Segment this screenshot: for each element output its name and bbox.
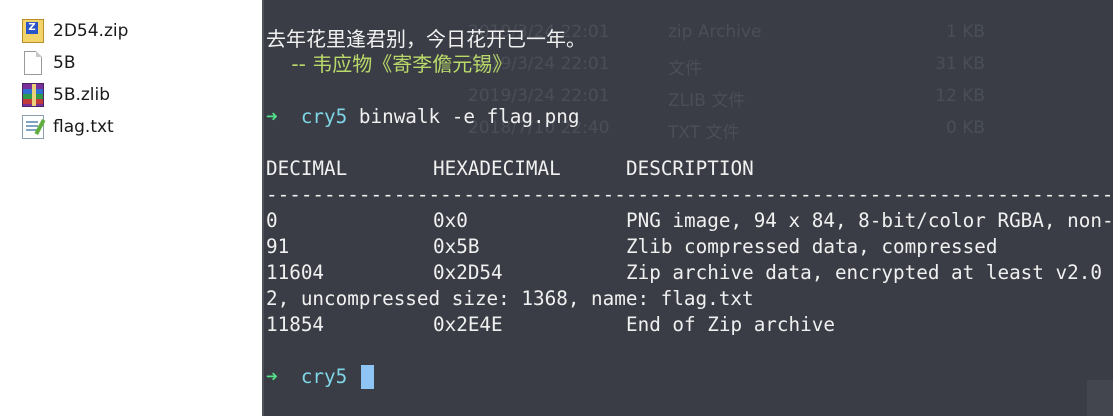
- row-hex: 0x0: [433, 209, 468, 232]
- motd-poem-attribution: -- 韦应物《寄李儋元锡》: [266, 52, 513, 76]
- prompt-arrow-icon: ➜: [266, 105, 278, 128]
- motd-poem-line: 去年花里逢君别，今日花开已一年。: [266, 27, 586, 51]
- row-decimal: 91: [266, 235, 290, 258]
- row-description: PNG image, 94 x 84, 8-bit/color RGBA, no…: [626, 209, 1113, 232]
- terminal-window[interactable]: 2019/3/24 22:01 zip Archive 1 KB 2019/3/…: [262, 0, 1113, 416]
- file-name: 5B.zlib: [53, 85, 111, 105]
- row-hex: 0x2D54: [433, 261, 503, 284]
- scrollbar-corner[interactable]: [1087, 380, 1113, 416]
- winrar-archive-icon: [22, 83, 44, 107]
- file-name: flag.txt: [53, 117, 114, 137]
- row-decimal: 11604: [266, 261, 325, 284]
- zip-archive-icon: [22, 19, 44, 43]
- ghost-size: 31 KB: [935, 54, 985, 74]
- ghost-size: 0 KB: [945, 118, 985, 138]
- command-line: ➜ cry5 binwalk -e flag.png: [266, 104, 579, 130]
- header-decimal: DECIMAL: [266, 157, 348, 180]
- command-text: binwalk -e flag.png: [358, 105, 580, 128]
- row-decimal: 0: [266, 209, 278, 232]
- prompt-arrow-icon: ➜: [266, 365, 278, 388]
- ghost-type: 文件: [668, 59, 702, 79]
- file-item-flag-txt[interactable]: flag.txt: [22, 113, 114, 141]
- file-name: 5B: [53, 53, 76, 73]
- terminal-cursor[interactable]: [361, 365, 374, 389]
- text-file-icon: [22, 115, 44, 139]
- header-description: DESCRIPTION: [626, 157, 754, 180]
- ghost-type: TXT 文件: [668, 123, 740, 143]
- file-item-5b-zlib[interactable]: 5B.zlib: [22, 81, 110, 109]
- file-explorer-pane: 2D54.zip 5B 5B.zlib flag.txt: [0, 0, 262, 416]
- header-hexadecimal: HEXADECIMAL: [433, 157, 561, 180]
- ghost-date: 2019/3/24 22:01: [468, 86, 610, 106]
- table-separator: ----------------------------------------…: [266, 183, 1113, 206]
- prompt-directory: cry5: [300, 105, 348, 128]
- table-row: 91 0x5B Zlib compressed data, compressed: [266, 234, 1113, 260]
- ghost-type: ZLIB 文件: [668, 91, 746, 111]
- table-row: 11604 0x2D54 Zip archive data, encrypted…: [266, 260, 1113, 286]
- ghost-size: 1 KB: [945, 22, 985, 42]
- row-description: Zip archive data, encrypted at least v2.…: [626, 261, 1102, 284]
- blank-file-icon: [24, 51, 42, 75]
- table-row: 11854 0x2E4E End of Zip archive: [266, 312, 1113, 338]
- row-description: End of Zip archive: [626, 313, 835, 336]
- row-description: Zlib compressed data, compressed: [626, 235, 998, 258]
- row-hex: 0x5B: [433, 235, 480, 258]
- prompt-directory: cry5: [300, 365, 348, 388]
- binwalk-table-header: DECIMAL HEXADECIMAL DESCRIPTION: [266, 156, 1113, 182]
- table-row-wrapped-line: 2, uncompressed size: 1368, name: flag.t…: [266, 287, 754, 310]
- ghost-size: 12 KB: [935, 86, 985, 106]
- ghost-type: zip Archive: [668, 22, 762, 42]
- table-row: 0 0x0 PNG image, 94 x 84, 8-bit/color RG…: [266, 208, 1113, 234]
- file-item-2d54-zip[interactable]: 2D54.zip: [22, 17, 128, 45]
- row-decimal: 11854: [266, 313, 325, 336]
- file-name: 2D54.zip: [53, 21, 129, 41]
- row-hex: 0x2E4E: [433, 313, 503, 336]
- file-item-5b[interactable]: 5B: [22, 49, 75, 77]
- final-prompt-line: ➜ cry5: [266, 364, 359, 390]
